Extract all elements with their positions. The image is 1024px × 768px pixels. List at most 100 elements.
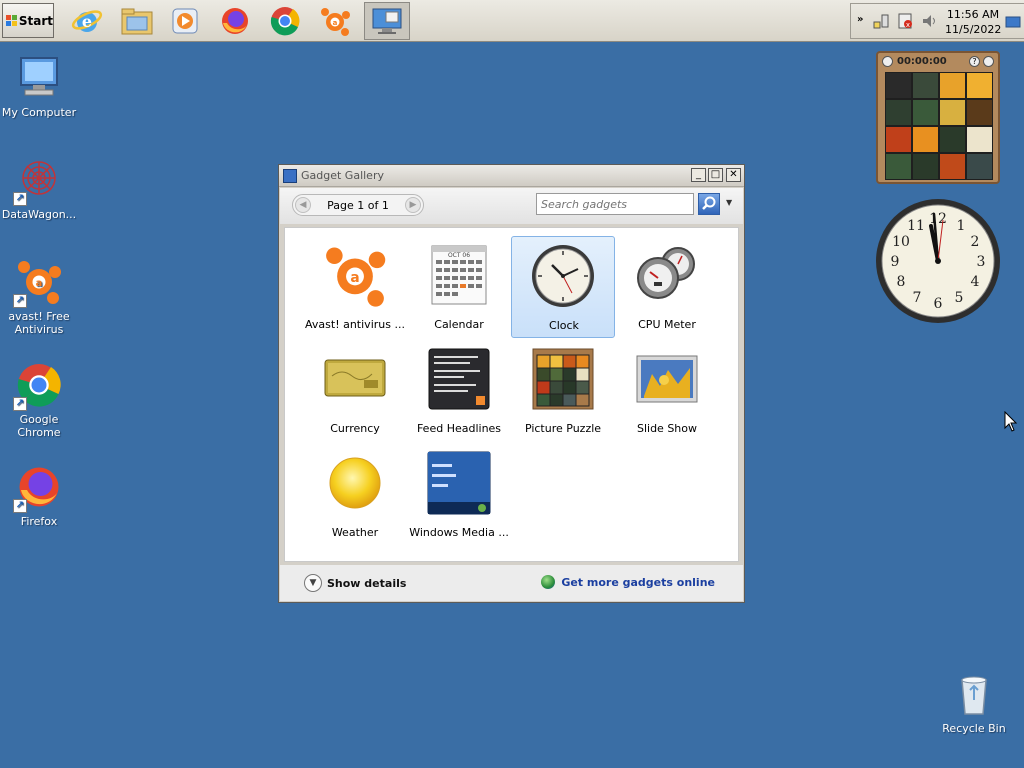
volume-icon[interactable] — [921, 13, 937, 29]
svg-text:9: 9 — [891, 254, 900, 270]
gadget-weather[interactable]: Weather — [303, 444, 407, 546]
picture-puzzle-gadget[interactable]: 00:00:00 ? — [876, 51, 1000, 184]
svg-text:a: a — [36, 278, 43, 289]
start-label: Start — [18, 13, 53, 28]
svg-text:e: e — [82, 12, 92, 31]
search-icon — [702, 196, 716, 210]
recycle-bin-icon — [950, 670, 998, 718]
clock-time: 11:56 AM — [946, 8, 1000, 21]
show-desktop-tray-icon[interactable] — [1005, 14, 1021, 30]
gadget-label: Weather — [331, 526, 379, 539]
globe-icon — [541, 575, 556, 589]
windows-explorer-icon[interactable] — [118, 2, 156, 40]
puzzle-timer-value: 00:00:00 — [897, 56, 947, 67]
taskbar-clock[interactable]: 11:56 AM 11/5/2022 — [945, 7, 1001, 37]
gadget-grid: a Avast! antivirus ... OCT 06 Calendar C… — [284, 227, 739, 562]
search-input[interactable] — [536, 193, 694, 215]
window-title: Gadget Gallery — [301, 169, 384, 182]
desktop-icon-label: DataWagon... — [1, 208, 77, 221]
cpu-meter-icon — [634, 242, 700, 308]
gadget-label: Currency — [330, 422, 380, 435]
gadget-slide-show[interactable]: Slide Show — [615, 340, 719, 442]
svg-text:1: 1 — [957, 218, 966, 234]
gadget-label: Clock — [549, 319, 579, 332]
windows-media-icon — [426, 450, 492, 516]
window-titlebar[interactable]: Gadget Gallery _ □ ✕ — [279, 165, 744, 187]
gadget-clock[interactable]: Clock — [511, 236, 615, 338]
clock-gadget[interactable]: 12 1 2 345 678 9 10 11 — [875, 198, 1001, 324]
get-more-gadgets-link[interactable]: Get more gadgets online — [541, 575, 715, 589]
my-computer-icon — [15, 54, 63, 102]
help-icon[interactable]: ? — [969, 56, 980, 67]
gadget-windows-media[interactable]: Windows Media ... — [407, 444, 511, 546]
next-page-button[interactable]: ▶ — [405, 197, 421, 213]
puzzle-tiles[interactable] — [885, 72, 993, 180]
search-options-dropdown[interactable]: ▼ — [726, 198, 732, 207]
gadget-currency[interactable]: Currency — [303, 340, 407, 442]
chrome-icon[interactable] — [266, 2, 304, 40]
gadget-cpu-meter[interactable]: CPU Meter — [615, 236, 719, 338]
svg-text:4: 4 — [971, 274, 980, 290]
desktop-icon-recycle-bin[interactable]: Recycle Bin — [935, 670, 1013, 735]
datawagon-icon: ↗ — [13, 156, 63, 206]
desktop-icon-avast[interactable]: a ↗ avast! Free Antivirus — [0, 258, 78, 336]
svg-text:a: a — [350, 270, 359, 286]
desktop-icon-label: Google Chrome — [17, 413, 61, 439]
desktop-icon-my-computer[interactable]: My Computer — [0, 54, 78, 119]
svg-text:7: 7 — [913, 290, 922, 306]
show-hidden-icons-icon[interactable]: » — [857, 14, 863, 25]
show-desktop-icon[interactable] — [364, 2, 410, 40]
page-label: Page 1 of 1 — [327, 199, 389, 212]
previous-page-button[interactable]: ◀ — [295, 197, 311, 213]
start-button[interactable]: Start — [2, 3, 54, 38]
currency-icon — [322, 346, 388, 412]
mouse-cursor-icon — [1004, 411, 1018, 432]
gadget-picture-puzzle[interactable]: Picture Puzzle — [511, 340, 615, 442]
shortcut-arrow-icon: ↗ — [13, 294, 27, 308]
desktop-icon-label: Firefox — [20, 515, 58, 528]
gallery-toolbar: Page 1 of 1 ◀ ▶ ▼ — [280, 188, 743, 224]
puzzle-pause-icon[interactable] — [882, 56, 893, 67]
feed-headlines-icon — [426, 346, 492, 412]
desktop-icon-google-chrome[interactable]: ↗ Google Chrome — [0, 361, 78, 439]
network-icon[interactable] — [873, 13, 889, 29]
get-more-gadgets-label: Get more gadgets online — [561, 575, 715, 589]
svg-text:11: 11 — [907, 218, 925, 234]
search-button[interactable] — [698, 193, 720, 215]
gadget-avast[interactable]: a Avast! antivirus ... — [303, 236, 407, 338]
shortcut-arrow-icon: ↗ — [13, 499, 27, 513]
desktop-icon-datawagon[interactable]: ↗ DataWagon... — [0, 156, 78, 221]
desktop-icon-firefox[interactable]: ↗ Firefox — [0, 463, 78, 528]
gadget-calendar[interactable]: OCT 06 Calendar — [407, 236, 511, 338]
system-tray: » x 11:56 AM 11/5/2022 — [850, 3, 1024, 39]
gadget-label: Picture Puzzle — [524, 422, 602, 435]
windows-flag-icon — [6, 14, 17, 27]
firefox-icon[interactable] — [216, 2, 254, 40]
internet-explorer-icon[interactable]: e — [68, 2, 106, 40]
avast-icon[interactable]: a — [316, 2, 354, 40]
gadget-label: CPU Meter — [638, 318, 696, 331]
slide-show-icon — [634, 346, 700, 412]
media-player-icon[interactable] — [166, 2, 204, 40]
taskbar: Start e a » x 11:56 AM 11/5/2022 — [0, 0, 1024, 42]
gadget-label: Windows Media ... — [409, 526, 509, 539]
gadget-feed-headlines[interactable]: Feed Headlines — [407, 340, 511, 442]
shortcut-arrow-icon: ↗ — [13, 192, 27, 206]
chrome-icon: ↗ — [13, 361, 63, 411]
weather-icon — [322, 450, 388, 516]
desktop-icon-label: My Computer — [1, 106, 77, 119]
svg-text:2: 2 — [971, 234, 980, 250]
maximize-button[interactable]: □ — [708, 168, 723, 182]
svg-text:6: 6 — [934, 296, 943, 312]
minimize-button[interactable]: _ — [691, 168, 706, 182]
firefox-icon: ↗ — [13, 463, 63, 513]
desktop-icon-label: avast! Free Antivirus — [8, 310, 70, 336]
page-navigator: Page 1 of 1 ◀ ▶ — [292, 194, 424, 216]
shuffle-icon[interactable] — [983, 56, 994, 67]
svg-text:3: 3 — [977, 254, 986, 270]
security-alert-icon[interactable]: x — [897, 13, 913, 29]
svg-text:5: 5 — [955, 290, 964, 306]
show-details-button[interactable]: ▼ Show details — [304, 574, 406, 592]
svg-text:a: a — [333, 19, 338, 27]
close-button[interactable]: ✕ — [726, 168, 741, 182]
